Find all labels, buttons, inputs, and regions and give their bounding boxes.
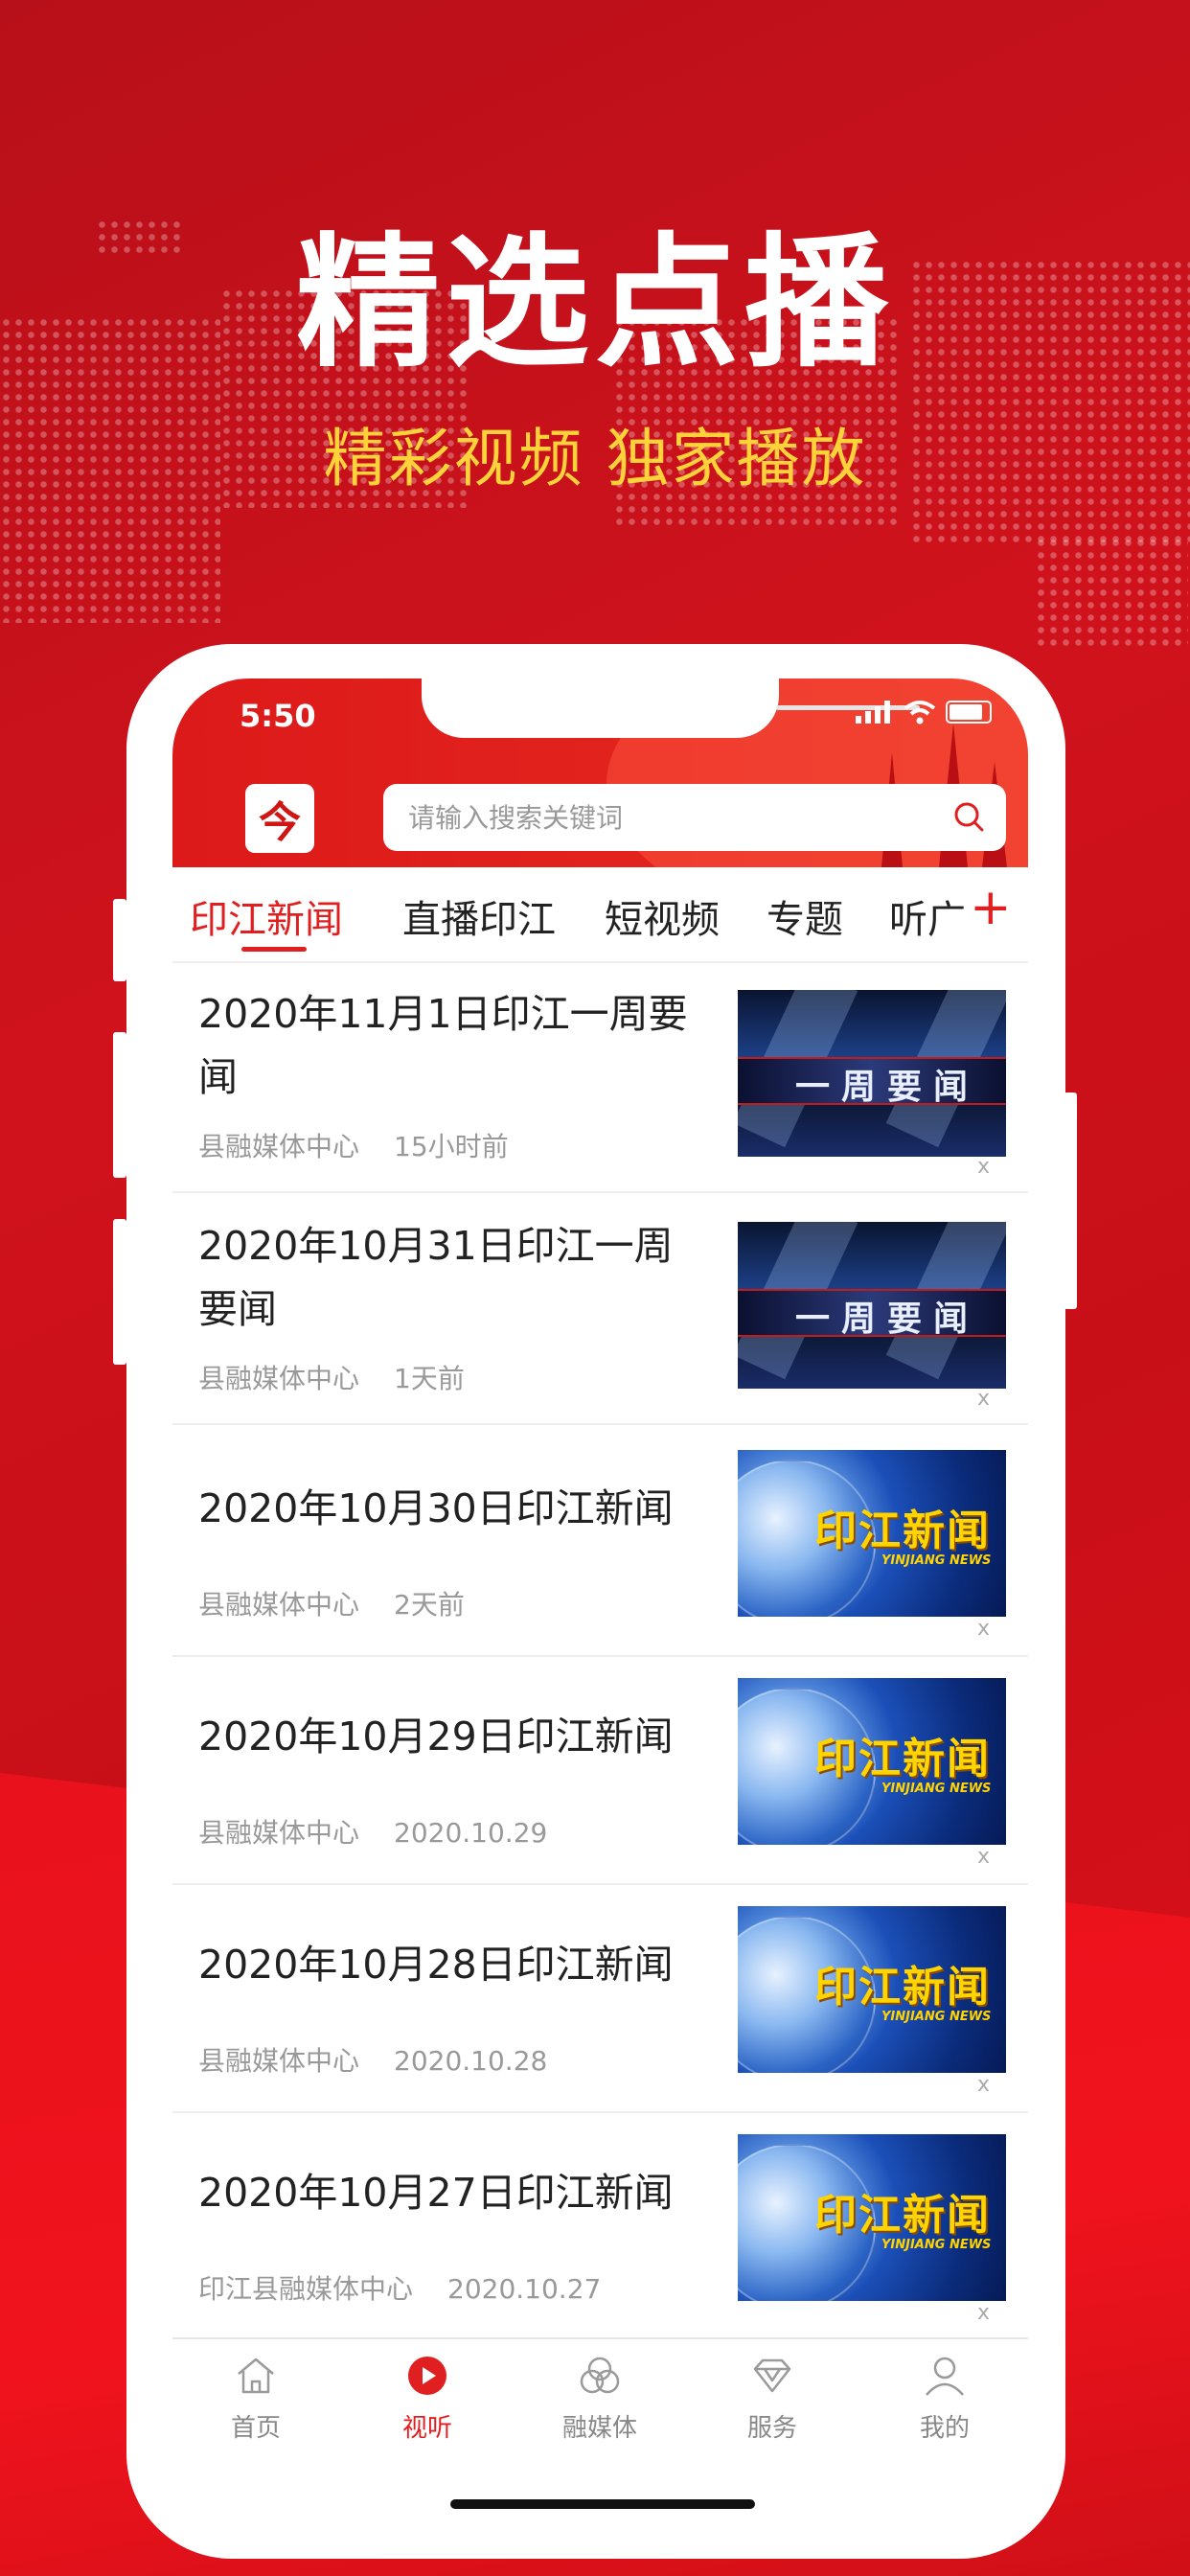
tabbar-video[interactable]: 视听 (370, 2353, 485, 2444)
dismiss-button[interactable]: x (977, 1617, 990, 1641)
app-header: 5:50 今 (172, 678, 1028, 867)
user-icon (926, 2357, 964, 2396)
status-icons (856, 700, 992, 724)
status-time: 5:50 (240, 698, 316, 734)
phone-notch (422, 678, 920, 738)
promo-title: 精选点播 (295, 220, 894, 387)
tab-listen[interactable]: 听广 (889, 888, 966, 944)
tabbar-label: 我的 (919, 2414, 970, 2443)
news-source: 县融媒体中心 (198, 1589, 360, 1621)
diamond-icon (753, 2358, 791, 2393)
dismiss-button[interactable]: x (977, 1845, 990, 1869)
news-thumbnail[interactable]: 印江新闻 YINJIANG NEWS (738, 1450, 1006, 1617)
bottom-tab-bar: 首页 视听 融媒体 服务 我的 (172, 2337, 1028, 2542)
news-title: 2020年11月1日印江一周要闻 (198, 991, 688, 1100)
signal-icon (856, 701, 890, 724)
dismiss-button[interactable]: x (977, 1387, 990, 1411)
list-item[interactable]: 2020年10月28日印江新闻 县融媒体中心 2020.10.28 印江新闻 YI… (172, 1883, 1028, 2113)
phone-side-button (1064, 1092, 1077, 1309)
news-meta: 县融媒体中心 15小时前 (198, 1126, 543, 1164)
news-source: 县融媒体中心 (198, 1363, 360, 1394)
tab-special-topics[interactable]: 专题 (767, 888, 843, 944)
tabbar-label: 服务 (746, 2414, 797, 2443)
news-meta: 印江县融媒体中心 2020.10.27 (198, 2268, 635, 2307)
home-icon (238, 2358, 274, 2394)
thumb-caption: 一周要闻 (795, 1300, 980, 1339)
news-time: 2020.10.27 (447, 2273, 602, 2305)
thumb-caption-en: YINJIANG NEWS (881, 2010, 992, 2024)
thumb-caption: 印江新闻 (814, 1963, 991, 2012)
news-title: 2020年10月30日印江新闻 (198, 1485, 674, 1531)
list-item[interactable]: 2020年10月27日印江新闻 印江县融媒体中心 2020.10.27 印江新闻 … (172, 2111, 1028, 2339)
news-title: 2020年10月31日印江一周要闻 (198, 1223, 674, 1332)
dismiss-button[interactable]: x (977, 2301, 990, 2325)
active-tab-indicator (241, 947, 307, 952)
news-meta: 县融媒体中心 2020.10.29 (198, 1812, 582, 1851)
world-map-dots (1035, 537, 1188, 652)
list-item[interactable]: 2020年10月31日印江一周要闻 县融媒体中心 1天前 一周要闻 x (172, 1195, 1028, 1425)
list-item[interactable]: 2020年10月29日印江新闻 县融媒体中心 2020.10.29 印江新闻 YI… (172, 1655, 1028, 1885)
tabbar-mine[interactable]: 我的 (887, 2353, 1002, 2444)
thumb-caption-en: YINJIANG NEWS (881, 2238, 992, 2252)
home-indicator[interactable] (450, 2499, 755, 2509)
tabbar-media[interactable]: 融媒体 (542, 2353, 657, 2444)
dismiss-button[interactable]: x (977, 1155, 990, 1179)
search-bar[interactable] (383, 784, 1006, 851)
tabbar-label: 视听 (401, 2414, 452, 2443)
news-title: 2020年10月28日印江新闻 (198, 1942, 674, 1988)
thumb-caption-en: YINJIANG NEWS (881, 1553, 992, 1568)
tab-short-video[interactable]: 短视频 (605, 888, 720, 944)
thumb-caption: 一周要闻 (795, 1068, 980, 1107)
thumb-caption: 印江新闻 (814, 2191, 991, 2240)
media-icon (580, 2357, 620, 2394)
tab-live-yinjiang[interactable]: 直播印江 (402, 888, 556, 944)
wifi-icon (904, 701, 936, 724)
phone-side-button (113, 1219, 126, 1365)
phone-side-button (113, 1032, 126, 1178)
tabbar-service[interactable]: 服务 (715, 2353, 830, 2444)
news-time: 2020.10.28 (394, 2045, 548, 2077)
news-time: 2020.10.29 (394, 1817, 548, 1849)
phone-screen: 5:50 今 印江新闻 直播印江 短视频 专题 听广 + 2020年11月1日印… (172, 678, 1028, 2542)
news-source: 印江县融媒体中心 (198, 2273, 414, 2305)
news-source: 县融媒体中心 (198, 1817, 360, 1849)
news-thumbnail[interactable]: 印江新闻 YINJIANG NEWS (738, 1906, 1006, 2073)
search-icon[interactable] (952, 800, 985, 833)
news-meta: 县融媒体中心 2天前 (198, 1584, 499, 1622)
news-thumbnail[interactable]: 一周要闻 (738, 990, 1006, 1157)
news-thumbnail[interactable]: 印江新闻 YINJIANG NEWS (738, 2134, 1006, 2301)
list-item[interactable]: 2020年10月30日印江新闻 县融媒体中心 2天前 印江新闻 YINJIANG … (172, 1427, 1028, 1657)
news-title: 2020年10月27日印江新闻 (198, 2170, 674, 2216)
news-thumbnail[interactable]: 一周要闻 (738, 1222, 1006, 1389)
news-time: 15小时前 (394, 1131, 509, 1162)
news-meta: 县融媒体中心 1天前 (198, 1358, 499, 1396)
list-item[interactable]: 2020年11月1日印江一周要闻 县融媒体中心 15小时前 一周要闻 x (172, 963, 1028, 1193)
news-source: 县融媒体中心 (198, 2045, 360, 2077)
news-thumbnail[interactable]: 印江新闻 YINJIANG NEWS (738, 1678, 1006, 1845)
tabbar-label: 融媒体 (561, 2414, 637, 2443)
news-title: 2020年10月29日印江新闻 (198, 1714, 674, 1760)
news-meta: 县融媒体中心 2020.10.28 (198, 2040, 582, 2079)
thumb-caption-en: YINJIANG NEWS (881, 1782, 992, 1796)
dismiss-button[interactable]: x (977, 2073, 990, 2097)
add-tab-button[interactable]: + (970, 879, 1012, 936)
tabbar-home[interactable]: 首页 (198, 2353, 313, 2444)
promo-subtitle: 精彩视频 独家播放 (323, 422, 867, 495)
play-icon (408, 2357, 446, 2395)
category-tabs: 印江新闻 直播印江 短视频 专题 听广 + (172, 867, 1028, 1147)
news-time: 1天前 (394, 1363, 465, 1394)
thumb-caption: 印江新闻 (814, 1506, 991, 1555)
news-source: 县融媒体中心 (198, 1131, 360, 1162)
phone-side-button (113, 899, 126, 981)
battery-icon (946, 701, 992, 724)
thumb-caption: 印江新闻 (814, 1735, 991, 1783)
news-time: 2天前 (394, 1589, 465, 1621)
tab-yinjiang-news[interactable]: 印江新闻 (190, 888, 343, 944)
search-input[interactable] (406, 800, 908, 835)
tabbar-label: 首页 (230, 2414, 281, 2443)
app-logo-icon[interactable]: 今 (245, 784, 314, 853)
